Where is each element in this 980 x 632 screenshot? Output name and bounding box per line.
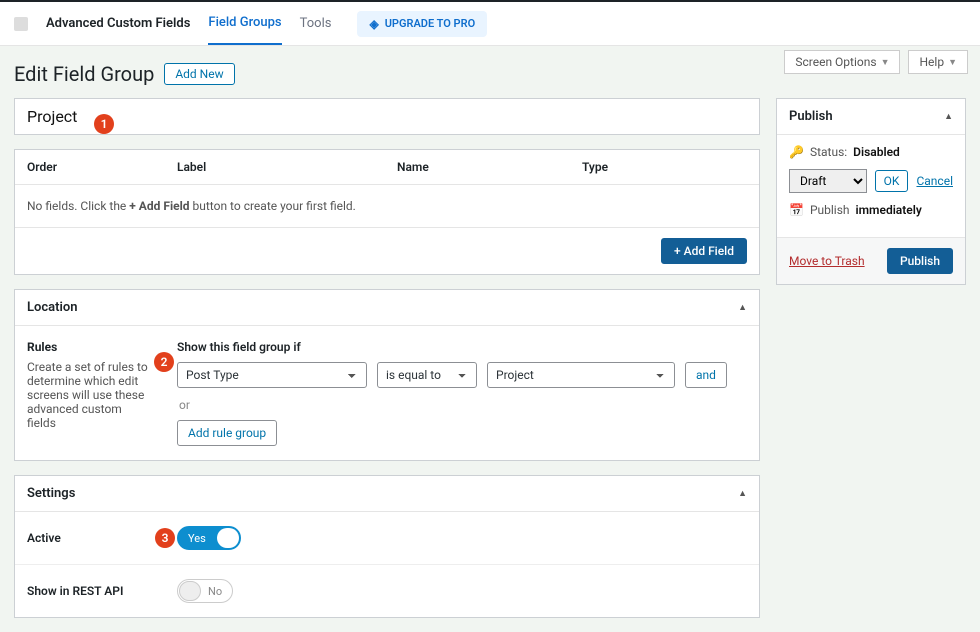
cancel-link[interactable]: Cancel — [916, 174, 953, 188]
publish-button[interactable]: Publish — [887, 248, 953, 274]
acf-logo-icon — [14, 17, 28, 31]
chevron-down-icon: ▼ — [881, 57, 890, 68]
setting-rest-label: Show in REST API — [27, 584, 177, 598]
setting-rest: Show in REST API No — [15, 565, 759, 617]
group-title-input[interactable] — [14, 98, 760, 135]
collapse-icon[interactable]: ▲ — [944, 111, 953, 122]
toggle-knob — [217, 528, 239, 548]
col-name: Name — [397, 160, 582, 174]
and-button[interactable]: and — [685, 362, 727, 388]
status-row: 🔑 Status: Disabled — [789, 145, 953, 159]
fields-empty-state: No fields. Click the + Add Field button … — [15, 185, 759, 227]
screen-options-button[interactable]: Screen Options▼ — [784, 50, 900, 74]
schedule-row: 📅 Publish immediately — [789, 203, 953, 217]
location-head[interactable]: Location ▲ — [15, 290, 759, 326]
help-button[interactable]: Help▼ — [908, 50, 968, 74]
move-to-trash-link[interactable]: Move to Trash — [789, 254, 865, 268]
or-label: or — [179, 398, 747, 412]
rest-toggle[interactable]: No — [177, 579, 233, 603]
gem-icon: ◈ — [369, 17, 378, 31]
publish-state-select[interactable]: Draft — [789, 169, 867, 193]
fields-table-header: Order Label Name Type — [15, 150, 759, 185]
settings-panel: Settings ▲ Active 3 Yes Show in REST API… — [14, 475, 760, 618]
col-order: Order — [27, 160, 177, 174]
active-toggle[interactable]: Yes — [177, 526, 241, 550]
col-type: Type — [582, 160, 747, 174]
show-if-label: Show this field group if — [177, 340, 747, 354]
settings-head[interactable]: Settings ▲ — [15, 476, 759, 512]
fields-panel: Order Label Name Type No fields. Click t… — [14, 149, 760, 275]
setting-active: Active 3 Yes — [15, 512, 759, 565]
chevron-down-icon: ▼ — [948, 57, 957, 68]
upgrade-label: UPGRADE TO PRO — [385, 17, 476, 30]
rule-operator-select[interactable]: is equal to — [377, 362, 477, 388]
col-label: Label — [177, 160, 397, 174]
collapse-icon[interactable]: ▲ — [738, 488, 747, 499]
location-panel: Location ▲ Rules Create a set of rules t… — [14, 289, 760, 461]
add-rule-group-button[interactable]: Add rule group — [177, 420, 277, 446]
rule-row: Post Type is equal to Project and — [177, 362, 747, 388]
location-rules: 2 Show this field group if Post Type is … — [165, 326, 759, 460]
annotation-badge-1: 1 — [94, 114, 114, 134]
publish-footer: Move to Trash Publish — [777, 237, 965, 284]
page-title: Edit Field Group — [14, 62, 154, 86]
fields-footer: + Add Field — [15, 227, 759, 274]
nav-field-groups[interactable]: Field Groups — [208, 2, 281, 45]
annotation-badge-3: 3 — [155, 528, 175, 548]
add-field-button[interactable]: + Add Field — [661, 238, 747, 264]
upgrade-button[interactable]: ◈ UPGRADE TO PRO — [357, 11, 487, 37]
screen-actions: Screen Options▼ Help▼ — [784, 50, 968, 74]
key-icon: 🔑 — [789, 145, 804, 159]
collapse-icon[interactable]: ▲ — [738, 302, 747, 313]
calendar-icon: 📅 — [789, 203, 804, 217]
publish-head[interactable]: Publish ▲ — [777, 99, 965, 135]
nav-tools[interactable]: Tools — [300, 3, 332, 44]
add-new-button[interactable]: Add New — [164, 63, 234, 85]
annotation-badge-2: 2 — [154, 352, 174, 372]
publish-panel: Publish ▲ 🔑 Status: Disabled Draft OK Ca… — [776, 98, 966, 285]
title-wrap: 1 — [14, 98, 760, 149]
ok-button[interactable]: OK — [875, 170, 909, 192]
toggle-knob — [179, 581, 201, 601]
brand-title: Advanced Custom Fields — [46, 16, 190, 31]
state-row: Draft OK Cancel — [789, 169, 953, 193]
rule-param-select[interactable]: Post Type — [177, 362, 367, 388]
rule-value-select[interactable]: Project — [487, 362, 675, 388]
location-sidebar: Rules Create a set of rules to determine… — [15, 326, 165, 460]
top-nav: Advanced Custom Fields Field Groups Tool… — [0, 0, 980, 46]
